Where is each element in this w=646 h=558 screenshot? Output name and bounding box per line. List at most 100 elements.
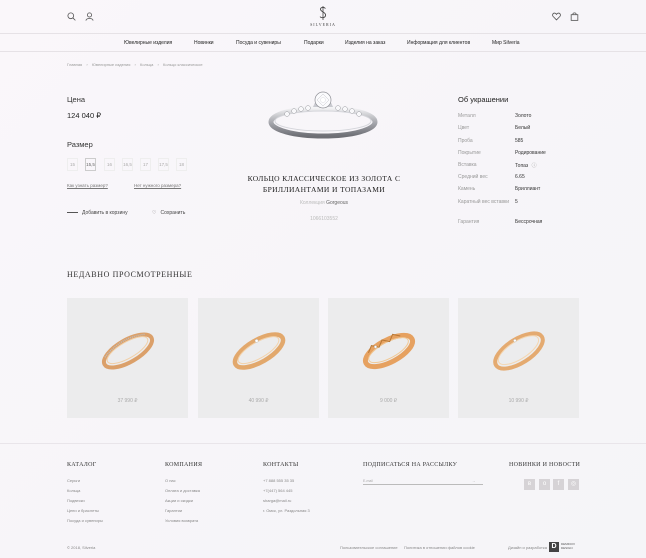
- breadcrumb-separator: ›: [157, 62, 159, 67]
- spec-value: Бессрочная: [515, 219, 543, 225]
- breadcrumb-item[interactable]: Кольца: [140, 62, 153, 67]
- ring-image: [362, 332, 416, 370]
- footer-link[interactable]: Подвески: [67, 498, 85, 503]
- spec-value-text: Топаз: [515, 163, 529, 169]
- spec-key: Гарантия: [458, 219, 480, 225]
- breadcrumb-item[interactable]: Главная: [67, 62, 82, 67]
- logo-icon[interactable]: [318, 6, 328, 20]
- footer-phone[interactable]: +7 888 555 35 35: [263, 478, 294, 483]
- card-price: 37 990 ₽: [117, 398, 138, 404]
- product-card[interactable]: 9 000 ₽: [328, 298, 449, 418]
- breadcrumb-separator: ›: [134, 62, 136, 67]
- footer-link[interactable]: Серьги: [67, 478, 80, 483]
- developer-logo-icon[interactable]: D: [549, 542, 559, 552]
- spec-key: Камень: [458, 186, 476, 192]
- main-nav: Ювелирные изделия Новинки Посуда и сувен…: [0, 34, 646, 52]
- recent-title: Недавно просмотренные: [67, 270, 193, 279]
- size-option[interactable]: 17: [140, 158, 151, 171]
- facebook-icon[interactable]: f: [553, 479, 564, 490]
- card-price: 10 990 ₽: [508, 398, 529, 404]
- spec-key: Проба: [458, 138, 473, 144]
- heart-icon[interactable]: [552, 12, 561, 21]
- line-icon: [67, 212, 78, 214]
- footer-link[interactable]: О нас: [165, 478, 176, 483]
- nav-item-clients[interactable]: Информация для клиентов: [407, 40, 470, 46]
- email-input[interactable]: E-mail: [363, 479, 483, 485]
- size-option[interactable]: 16,5: [122, 158, 133, 171]
- product-card[interactable]: 10 990 ₽: [458, 298, 579, 418]
- logo-text[interactable]: SILVERIA: [306, 22, 340, 27]
- product-card[interactable]: 40 990 ₽: [198, 298, 319, 418]
- footer-subscribe-title: Подписаться на рассылку: [363, 462, 458, 468]
- spec-value: 6.65: [515, 174, 525, 180]
- footer-link[interactable]: Цепи и браслеты: [67, 508, 99, 513]
- card-price: 9 000 ₽: [379, 398, 398, 404]
- footer-link[interactable]: Посуда и сувениры: [67, 518, 103, 523]
- size-option[interactable]: 15: [67, 158, 78, 171]
- footer-phone[interactable]: +7(447) 564 445: [263, 488, 292, 493]
- developer-name[interactable]: DEMIDOV DESIGN: [561, 542, 581, 550]
- search-icon[interactable]: [67, 12, 76, 21]
- bag-icon[interactable]: [570, 12, 579, 21]
- save-label: Сохранить: [160, 210, 186, 216]
- how-size-link[interactable]: Как узнать размер?: [67, 183, 108, 188]
- ring-image: [101, 332, 155, 370]
- collection-link[interactable]: Gorgeous: [326, 200, 348, 206]
- footer-link[interactable]: Кольца: [67, 488, 80, 493]
- product-ring-image: [268, 91, 378, 139]
- price-value: 124 040 ₽: [67, 111, 101, 120]
- footer-link[interactable]: Условия возврата: [165, 518, 198, 523]
- product-card[interactable]: 37 990 ₽: [67, 298, 188, 418]
- spec-key: Вставка: [458, 162, 477, 168]
- spec-value: Белый: [515, 125, 531, 131]
- size-option[interactable]: 18: [176, 158, 187, 171]
- dev-label: Дизайн и разработка: [508, 545, 547, 550]
- subscribe-submit-button[interactable]: →: [472, 479, 476, 483]
- add-to-cart-button[interactable]: Добавить в корзину: [67, 210, 128, 216]
- footer-link[interactable]: Оплата и доставка: [165, 488, 200, 493]
- nav-item-jewelry[interactable]: Ювелирные изделия: [124, 40, 172, 46]
- footer-link[interactable]: Акции и скидки: [165, 498, 193, 503]
- card-price: 40 990 ₽: [248, 398, 269, 404]
- nav-item-new[interactable]: Новинки: [194, 40, 214, 46]
- spec-value: Бриллиант: [515, 186, 541, 192]
- ring-image: [493, 331, 545, 371]
- nav-item-world[interactable]: Мир Silveria: [492, 40, 520, 46]
- footer-news-title: Новинки и новости: [509, 462, 581, 468]
- site-header: SILVERIA: [0, 0, 646, 34]
- privacy-link[interactable]: Политика в отношении файлов cookie: [404, 545, 475, 550]
- footer-divider: [0, 443, 646, 444]
- size-option-selected[interactable]: 15,5: [85, 158, 96, 171]
- nav-item-custom[interactable]: Изделия на заказ: [345, 40, 385, 46]
- info-icon[interactable]: ⓘ: [532, 163, 537, 169]
- breadcrumb-item[interactable]: Ювелирные изделия: [92, 62, 131, 67]
- spec-key: Металл: [458, 113, 476, 119]
- footer-email[interactable]: sharga@mail.ru: [263, 498, 291, 503]
- size-option[interactable]: 16: [104, 158, 115, 171]
- size-label: Размер: [67, 140, 93, 149]
- collection-prefix: Коллекция: [299, 200, 325, 206]
- spec-key: Каратный вес вставки: [458, 199, 509, 205]
- product-collection: Коллекция Gorgeous: [232, 200, 416, 206]
- footer-catalog-title: Каталог: [67, 462, 97, 468]
- vk-icon[interactable]: в: [524, 479, 535, 490]
- spec-key: Средний вес: [458, 174, 488, 180]
- instagram-icon[interactable]: ◎: [568, 479, 579, 490]
- nav-item-tableware[interactable]: Посуда и сувениры: [236, 40, 281, 46]
- spec-value: 585: [515, 138, 524, 144]
- ring-image: [232, 332, 286, 370]
- size-option[interactable]: 17,5: [158, 158, 169, 171]
- nav-item-gifts[interactable]: Подарки: [304, 40, 324, 46]
- ok-icon[interactable]: о: [539, 479, 550, 490]
- breadcrumb-separator: ›: [86, 62, 88, 67]
- spec-value: Золото: [515, 113, 532, 119]
- footer-company-title: Компания: [165, 462, 203, 468]
- about-title: Об украшении: [458, 95, 509, 104]
- save-button[interactable]: ♡ Сохранить: [152, 210, 185, 216]
- no-size-link[interactable]: Нет нужного размера?: [134, 183, 181, 188]
- policy-link[interactable]: Пользовательское соглашение: [340, 545, 398, 550]
- footer-link[interactable]: Гарантии: [165, 508, 182, 513]
- user-icon[interactable]: [85, 12, 94, 21]
- add-to-cart-label: Добавить в корзину: [82, 210, 128, 216]
- spec-key: Цвет: [458, 125, 470, 131]
